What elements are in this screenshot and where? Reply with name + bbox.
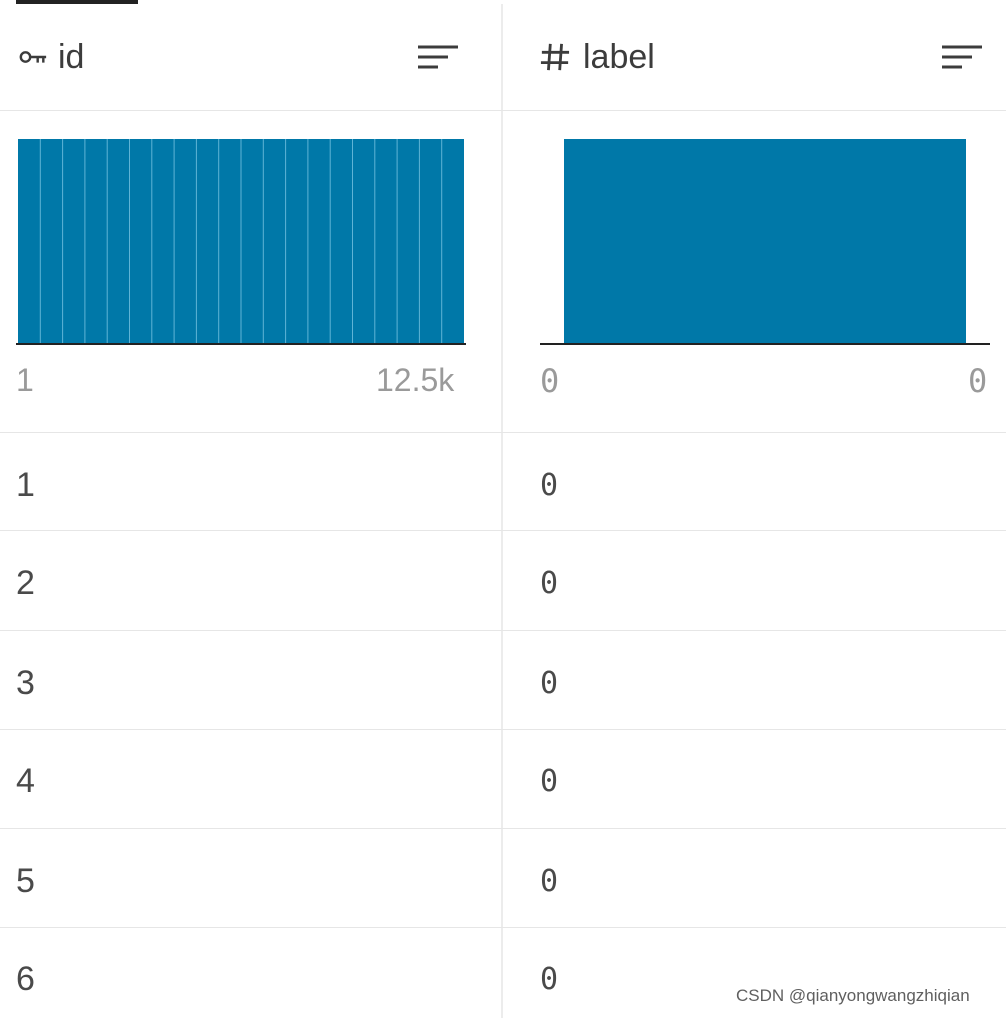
cell-id[interactable]: 5 (16, 862, 35, 901)
row-divider (0, 630, 1006, 631)
cell-label[interactable]: 0 (540, 666, 558, 701)
cell-id[interactable]: 3 (16, 664, 35, 703)
cell-id[interactable]: 6 (16, 960, 35, 999)
column-title: label (583, 37, 655, 76)
cell-id[interactable]: 2 (16, 564, 35, 603)
column-title: id (58, 37, 85, 76)
histogram-min-label: 1 (16, 362, 34, 398)
column-header-id[interactable]: id (0, 4, 501, 110)
histogram-id (16, 139, 466, 345)
watermark: CSDN @qianyongwangzhiqian (736, 986, 970, 1005)
row-divider (0, 828, 1006, 829)
column-separator (501, 4, 503, 1018)
cell-label[interactable]: 0 (540, 468, 558, 503)
sort-icon[interactable] (940, 42, 984, 76)
histogram-max-label: 12.5k (376, 362, 455, 398)
row-divider (0, 110, 1006, 111)
row-divider (0, 927, 1006, 928)
histogram-bar (564, 139, 966, 344)
row-divider (0, 530, 1006, 531)
cell-label[interactable]: 0 (540, 764, 558, 799)
cell-id[interactable]: 4 (16, 762, 35, 801)
data-table: id label 1 12.5k 0 0 1 0 2 0 3 0 4 0 5 0… (0, 0, 1006, 1018)
cell-label[interactable]: 0 (540, 566, 558, 601)
histogram-min-label: 0 (540, 362, 560, 400)
cell-label[interactable]: 0 (540, 962, 558, 997)
column-header-label[interactable]: label (503, 4, 1006, 110)
histogram-max-label: 0 (968, 362, 988, 400)
hash-icon (540, 41, 570, 73)
cell-label[interactable]: 0 (540, 864, 558, 899)
cell-id[interactable]: 1 (16, 466, 35, 505)
histogram-label (540, 139, 990, 345)
key-icon (18, 47, 48, 67)
sort-icon[interactable] (416, 42, 460, 76)
row-divider (0, 432, 1006, 433)
row-divider (0, 729, 1006, 730)
